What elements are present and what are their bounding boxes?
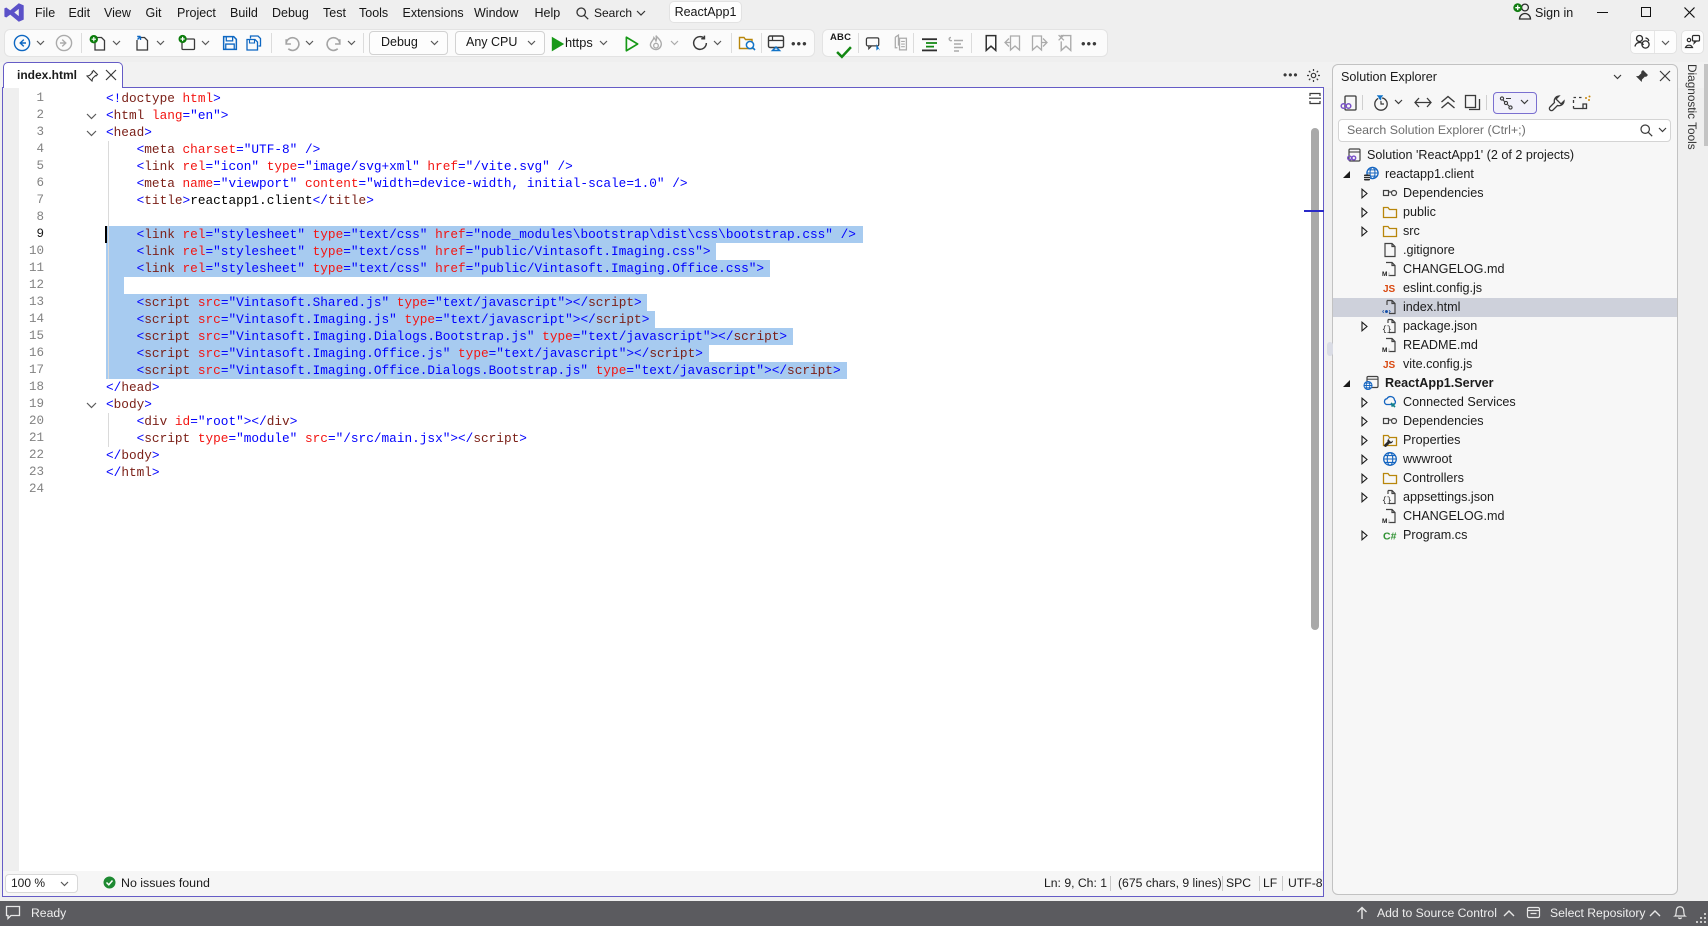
svg-text:JS: JS — [1383, 284, 1396, 295]
svg-text:C#: C# — [1383, 531, 1397, 543]
svg-text:JS: JS — [1383, 360, 1396, 371]
svg-text:M↓: M↓ — [1382, 518, 1391, 524]
svg-text:M↓: M↓ — [1382, 271, 1391, 277]
svg-text:{}: {} — [1382, 326, 1392, 335]
svg-text:{}: {} — [1382, 497, 1392, 506]
svg-text:‹●›: ‹●› — [1382, 309, 1392, 316]
svg-text:M↓: M↓ — [1382, 347, 1391, 353]
